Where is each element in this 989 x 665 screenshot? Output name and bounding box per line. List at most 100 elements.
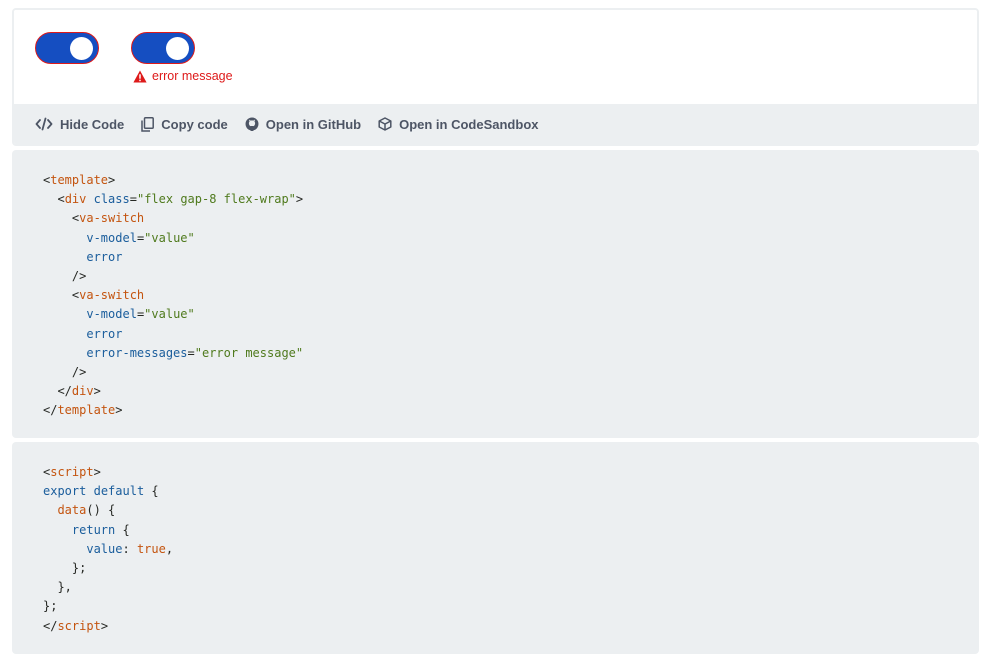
code-line: /> — [43, 267, 979, 286]
code-token: }, — [43, 580, 72, 595]
code-token: v-model — [86, 230, 137, 245]
code-token: { — [115, 522, 130, 537]
code-line: v-model="value" — [43, 305, 979, 324]
code-token: template — [57, 403, 116, 418]
code-icon — [35, 117, 53, 131]
code-token: </ — [43, 384, 72, 399]
code-token: = — [187, 345, 195, 360]
copy-code-label: Copy code — [161, 116, 228, 132]
codesandbox-icon — [378, 117, 392, 131]
code-line: /> — [43, 363, 979, 382]
code-line: <va-switch — [43, 209, 979, 228]
code-token: > — [108, 173, 116, 187]
code-token: v-model — [86, 307, 137, 322]
code-line: value: true, — [43, 540, 979, 559]
code-token: value — [86, 541, 123, 556]
code-token: /> — [43, 268, 87, 283]
hide-code-label: Hide Code — [60, 116, 125, 132]
switch-knob — [166, 37, 189, 60]
switch-error[interactable] — [35, 32, 99, 64]
open-github-label: Open in GitHub — [265, 116, 362, 132]
error-message-text: error message — [152, 69, 233, 83]
code-token: > — [93, 384, 101, 399]
github-icon — [245, 117, 259, 131]
code-line: error — [43, 248, 979, 267]
hide-code-button[interactable]: Hide Code — [35, 117, 124, 132]
script-code-block: <script> export default { data() { return… — [12, 442, 979, 654]
switch-error-with-message[interactable] — [131, 32, 195, 64]
code-token: div — [64, 192, 87, 207]
code-token: template — [50, 173, 109, 187]
code-token: class — [93, 192, 130, 207]
code-token: > — [100, 618, 109, 633]
code-line: }; — [43, 597, 979, 616]
open-codesandbox-label: Open in CodeSandbox — [399, 116, 539, 132]
code-token: return — [71, 522, 116, 537]
code-line: <div class="flex gap-8 flex-wrap"> — [43, 190, 979, 209]
code-token: < — [43, 192, 65, 207]
code-token: "value" — [144, 230, 195, 245]
code-line: error-messages="error message" — [43, 344, 979, 363]
copy-icon — [141, 116, 155, 132]
code-token: : — [122, 541, 137, 556]
code-token: script — [50, 465, 94, 479]
code-token: va-switch — [79, 288, 145, 303]
code-token: default — [93, 484, 145, 499]
code-token: </ — [43, 618, 58, 633]
code-line: export default { — [43, 482, 979, 501]
code-token: > — [295, 192, 304, 207]
code-line: }, — [43, 578, 979, 597]
switch-knob — [70, 37, 93, 60]
code-token: () { — [86, 503, 116, 518]
code-token: > — [115, 403, 123, 418]
code-token: "value" — [144, 307, 195, 322]
code-line: data() { — [43, 501, 979, 520]
code-token: data — [57, 503, 87, 518]
code-token: error-messages — [86, 345, 188, 360]
code-token: </ — [43, 403, 58, 418]
demo-toolbar: Hide Code Copy code Open in GitHub Open … — [14, 104, 977, 144]
open-codesandbox-button[interactable]: Open in CodeSandbox — [378, 116, 539, 132]
code-line: </div> — [43, 382, 979, 401]
code-token: , — [165, 541, 174, 556]
component-preview: error message — [14, 10, 977, 106]
error-message: error message — [133, 69, 233, 83]
code-token: va-switch — [79, 211, 145, 226]
code-line: v-model="value" — [43, 229, 979, 248]
code-token: > — [93, 465, 101, 479]
code-token: { — [144, 484, 159, 499]
code-token: "error message" — [194, 345, 304, 360]
code-token: div — [71, 384, 94, 399]
code-token: export — [43, 484, 87, 499]
demo-card: error message Hide Code Copy code Open i… — [12, 8, 979, 146]
code-token: error — [86, 326, 123, 341]
code-token: script — [57, 618, 101, 633]
code-token: "flex gap-8 flex-wrap" — [136, 192, 296, 207]
warning-icon — [133, 70, 147, 82]
code-line: return { — [43, 521, 979, 540]
open-github-button[interactable]: Open in GitHub — [245, 117, 361, 132]
code-token: = — [129, 192, 137, 207]
code-token: < — [43, 211, 80, 226]
code-token: }; — [43, 560, 87, 575]
code-token: < — [43, 288, 80, 303]
code-line: <template> — [43, 171, 979, 190]
copy-code-button[interactable]: Copy code — [141, 116, 228, 132]
code-line: error — [43, 325, 979, 344]
code-token: true — [136, 541, 166, 556]
code-token: error — [86, 249, 123, 264]
code-line: <script> — [43, 463, 979, 482]
code-line: <va-switch — [43, 286, 979, 305]
code-line: </script> — [43, 617, 979, 636]
code-line: }; — [43, 559, 979, 578]
